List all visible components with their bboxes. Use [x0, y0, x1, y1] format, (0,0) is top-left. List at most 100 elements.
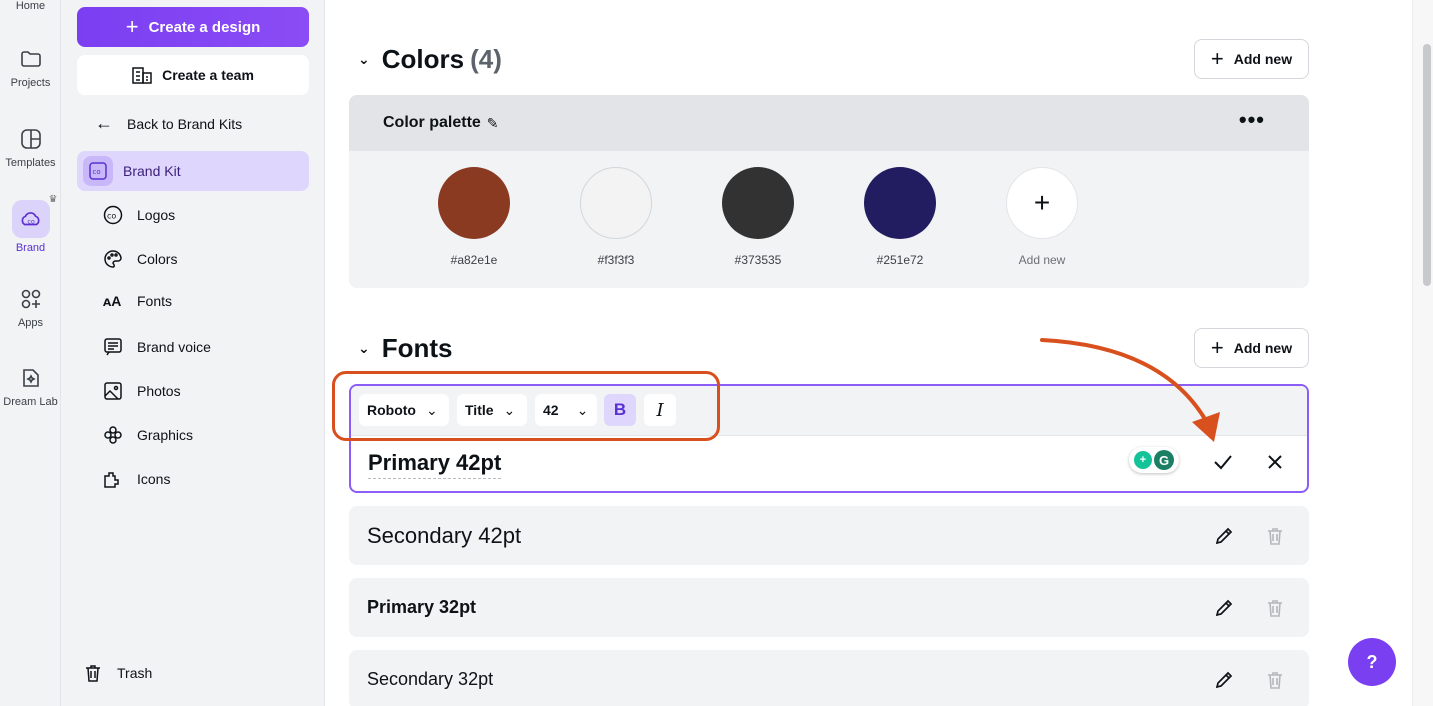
font-row-label: Primary 32pt: [367, 597, 477, 617]
colors-add-new-button[interactable]: + Add new: [1194, 39, 1309, 79]
swatch-hex: #a82e1e: [450, 253, 498, 267]
rail-home[interactable]: Home: [0, 0, 61, 12]
swatch-hex: #f3f3f3: [597, 253, 635, 267]
fonts-add-new-label: Add new: [1233, 340, 1293, 356]
sidebar-item-icons[interactable]: Icons: [103, 469, 170, 489]
sidebar-item-fonts[interactable]: ᴀA Fonts: [103, 293, 172, 309]
colors-title: Colors: [381, 44, 465, 74]
plus-icon: +: [1210, 46, 1224, 71]
colors-section-title[interactable]: ⌄ Colors (4): [358, 44, 502, 75]
color-palette-card: Color palette ✎ ••• #a82e1e #f3f3f3 #373…: [349, 95, 1309, 288]
palette-header: Color palette ✎ •••: [349, 95, 1309, 151]
rail-apps[interactable]: Apps: [0, 287, 61, 329]
palette-name[interactable]: Color palette: [383, 114, 481, 132]
svg-text:co: co: [27, 218, 35, 226]
color-swatch[interactable]: #251e72: [864, 167, 936, 267]
create-team-label: Create a team: [162, 67, 254, 83]
brand-voice-icon: [104, 338, 122, 356]
fonts-section-title[interactable]: ⌄ Fonts: [358, 333, 453, 364]
more-options-icon[interactable]: •••: [1239, 107, 1265, 133]
create-design-button[interactable]: + Create a design: [77, 7, 309, 47]
logo-icon: co: [103, 205, 123, 225]
annotation-highlight-box: [332, 371, 720, 441]
help-button[interactable]: ?: [1348, 638, 1396, 686]
photo-icon: [104, 382, 122, 400]
palette-icon: [104, 250, 122, 268]
photos-label: Photos: [137, 383, 181, 399]
create-design-label: Create a design: [148, 18, 261, 36]
trash-icon[interactable]: [1264, 669, 1286, 691]
fonts-title: Fonts: [381, 333, 453, 363]
close-icon[interactable]: [1267, 454, 1283, 470]
font-name-input[interactable]: Primary 42pt: [368, 450, 502, 479]
pencil-icon[interactable]: ✎: [487, 115, 499, 132]
svg-text:co: co: [93, 168, 101, 176]
graphics-icon: [104, 426, 122, 444]
templates-icon: [20, 129, 41, 149]
sidebar-item-colors[interactable]: Colors: [103, 249, 177, 269]
pencil-icon[interactable]: [1213, 597, 1235, 619]
color-swatch[interactable]: #f3f3f3: [580, 167, 652, 267]
rail-brand[interactable]: co ♛ Brand: [0, 194, 61, 254]
swatch-hex: #373535: [734, 253, 782, 267]
scrollbar-thumb[interactable]: [1423, 44, 1431, 286]
font-row[interactable]: Secondary 32pt: [349, 650, 1309, 706]
color-swatch[interactable]: #373535: [722, 167, 794, 267]
brand-kit-icon: co: [83, 156, 113, 186]
rail-templates[interactable]: Templates: [0, 127, 61, 169]
rail-projects[interactable]: Projects: [0, 47, 61, 89]
swatch-circle[interactable]: [438, 167, 510, 239]
rail-dream-lab[interactable]: Dream Lab: [0, 366, 61, 408]
trash-label: Trash: [117, 665, 153, 681]
rail-brand-label: Brand: [15, 242, 46, 254]
brand-sidebar: + Create a design Create a team ← Back t…: [61, 0, 325, 706]
pencil-icon[interactable]: [1213, 669, 1235, 691]
sidebar-item-brand-voice[interactable]: Brand voice: [103, 337, 211, 357]
plus-icon: +: [125, 14, 139, 39]
grammarly-widget[interactable]: + G: [1129, 447, 1179, 473]
add-color-swatch[interactable]: + Add new: [1006, 167, 1078, 267]
sidebar-item-trash[interactable]: Trash: [83, 663, 152, 683]
grammarly-icon: G: [1154, 450, 1174, 470]
rail-apps-label: Apps: [17, 317, 44, 329]
rail-dream-lab-label: Dream Lab: [3, 396, 58, 408]
pencil-icon[interactable]: [1213, 525, 1235, 547]
chevron-down-icon: ⌄: [358, 340, 370, 356]
colors-count: (4): [470, 44, 502, 74]
chevron-down-icon: ⌄: [358, 51, 370, 67]
color-swatch[interactable]: #a82e1e: [438, 167, 510, 267]
folder-icon: [20, 51, 41, 67]
font-row[interactable]: Primary 32pt: [349, 578, 1309, 637]
brand-voice-label: Brand voice: [137, 339, 211, 355]
fonts-icon: ᴀA: [103, 293, 122, 309]
sidebar-item-logos[interactable]: co Logos: [103, 205, 175, 225]
swatch-circle[interactable]: [722, 167, 794, 239]
swatch-circle[interactable]: [864, 167, 936, 239]
create-team-button[interactable]: Create a team: [77, 55, 309, 95]
back-to-brand-kits-link[interactable]: ← Back to Brand Kits: [95, 113, 242, 134]
trash-icon[interactable]: [1264, 597, 1286, 619]
sidebar-item-brand-kit[interactable]: co Brand Kit: [77, 151, 309, 191]
add-swatch-circle[interactable]: +: [1006, 167, 1078, 239]
trash-icon[interactable]: [1264, 525, 1286, 547]
rail-home-label: Home: [15, 0, 46, 12]
brand-kit-label: Brand Kit: [123, 163, 181, 179]
colors-add-new-label: Add new: [1233, 51, 1293, 67]
apps-icon: [21, 289, 40, 309]
grammarly-suggestion-icon: +: [1134, 451, 1152, 469]
sidebar-item-graphics[interactable]: Graphics: [103, 425, 193, 445]
arrow-left-icon: ←: [95, 113, 113, 133]
rail-templates-label: Templates: [5, 157, 56, 169]
annotation-arrow: [1040, 338, 1220, 442]
check-icon[interactable]: [1213, 454, 1233, 470]
trash-icon: [86, 665, 100, 682]
dream-lab-icon: [22, 369, 39, 387]
font-row[interactable]: Secondary 42pt: [349, 506, 1309, 565]
swatch-circle[interactable]: [580, 167, 652, 239]
fonts-label: Fonts: [137, 293, 173, 309]
font-row-label: Secondary 42pt: [367, 522, 522, 548]
brand-icon: co ♛: [11, 194, 58, 238]
back-label: Back to Brand Kits: [127, 115, 243, 132]
sidebar-item-photos[interactable]: Photos: [103, 381, 181, 401]
crown-icon: ♛: [48, 194, 58, 205]
